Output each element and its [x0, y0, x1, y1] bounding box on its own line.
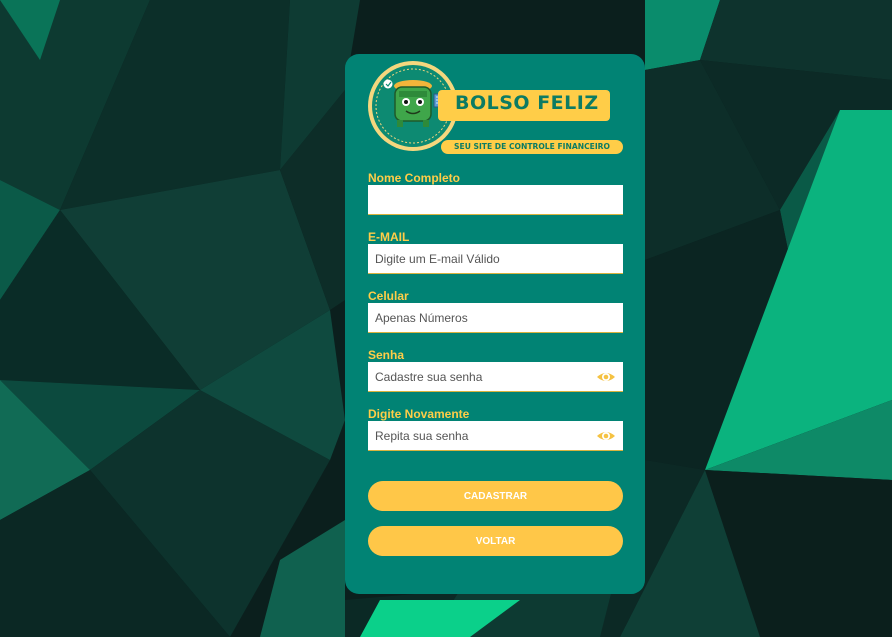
confirm-password-field — [368, 421, 623, 451]
registration-card: BOLSO FELIZ SEU SITE DE CONTROLE FINANCE… — [345, 54, 645, 594]
email-field — [368, 244, 623, 274]
register-button[interactable]: CADASTRAR — [368, 481, 623, 511]
password-field — [368, 362, 623, 392]
confirm-password-label: Digite Novamente — [368, 407, 470, 421]
phone-input[interactable] — [368, 303, 623, 332]
password-input[interactable] — [368, 362, 623, 391]
email-label: E-MAIL — [368, 230, 410, 244]
brand-name: BOLSO FELIZ — [455, 92, 599, 114]
confirm-password-input[interactable] — [368, 421, 623, 450]
full-name-input[interactable] — [368, 185, 623, 214]
eye-icon[interactable] — [596, 426, 616, 446]
brand-tagline: SEU SITE DE CONTROLE FINANCEIRO — [454, 142, 610, 151]
password-label: Senha — [368, 348, 405, 362]
phone-label: Celular — [368, 289, 409, 303]
back-button[interactable]: VOLTAR — [368, 526, 623, 556]
full-name-field — [368, 185, 623, 215]
full-name-label: Nome Completo — [368, 171, 461, 185]
email-input[interactable] — [368, 244, 623, 273]
eye-icon[interactable] — [596, 367, 616, 387]
phone-field — [368, 303, 623, 333]
